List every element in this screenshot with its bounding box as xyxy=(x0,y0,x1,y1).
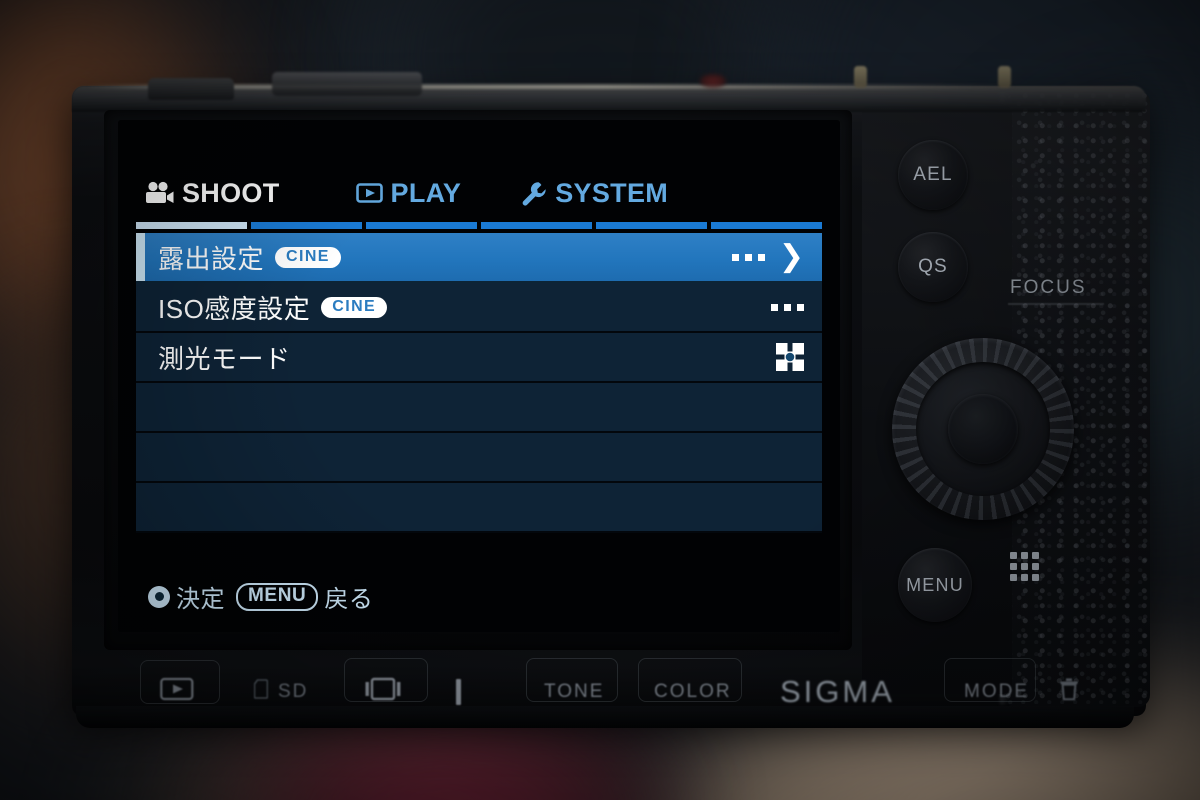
screenshot-stage: SHOOT PLAY SYSTEM xyxy=(0,0,1200,800)
image-vignette xyxy=(0,0,1200,800)
